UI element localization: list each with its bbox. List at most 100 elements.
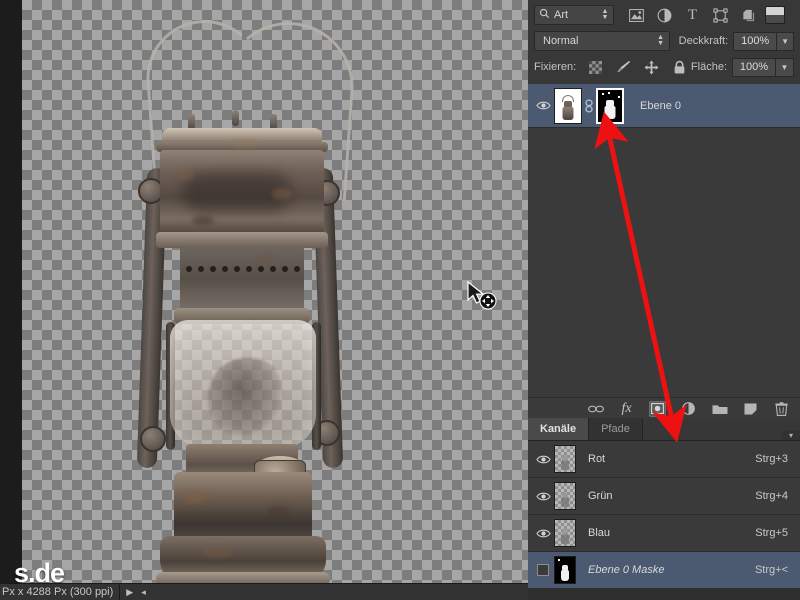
lantern-burner-collar <box>180 246 304 312</box>
channel-row-gruen[interactable]: Grün Strg+4 <box>528 478 800 515</box>
shape-filter-icon[interactable] <box>712 7 729 24</box>
lock-position-move-icon[interactable] <box>644 59 659 75</box>
layer-filter-kind-select[interactable]: Art ▲ ▼ <box>534 5 614 25</box>
channel-visibility-eye-icon[interactable] <box>532 454 554 465</box>
layer-row-ebene-0[interactable]: Ebene 0 <box>528 84 800 128</box>
layers-panel-header: Art ▲ ▼ T Normal ▲ ▼ Deckkraft: 100% ▼ F… <box>528 0 800 84</box>
new-layer-button[interactable] <box>742 401 759 417</box>
stepper-down-icon: ▼ <box>601 14 609 21</box>
lock-label: Fixieren: <box>534 61 577 73</box>
channel-shortcut-maske: Strg+< <box>754 564 788 576</box>
layer-name-label[interactable]: Ebene 0 <box>640 100 681 112</box>
status-divider <box>119 583 121 600</box>
new-adjustment-layer-button[interactable] <box>680 401 697 417</box>
photoshop-window: s.de Px x 4288 Px (300 ppi) ▶ ◂ Art ▲ ▼ … <box>0 0 800 600</box>
channel-visibility-checkbox[interactable] <box>532 564 554 576</box>
opacity-label: Deckkraft: <box>678 35 729 47</box>
lantern-rust-patch <box>258 256 272 264</box>
blend-mode-stepper-icon[interactable]: ▲ ▼ <box>655 34 667 47</box>
fill-value[interactable]: 100% <box>732 57 776 77</box>
layer-list[interactable]: Ebene 0 <box>528 84 800 397</box>
channel-name-gruen: Grün <box>588 490 613 502</box>
channel-thumbnail-gruen[interactable] <box>554 482 576 510</box>
document-canvas-area[interactable]: s.de Px x 4288 Px (300 ppi) ▶ ◂ <box>0 0 528 600</box>
channels-panel-tabbar[interactable]: Kanäle Pfade ▾ <box>528 418 800 441</box>
mask-speck-1 <box>602 92 604 95</box>
chan-mask-speck <box>558 559 560 561</box>
lock-icon-group <box>588 59 687 75</box>
blend-stepper-down-icon: ▼ <box>657 40 665 47</box>
layer-thumb-body <box>562 106 574 120</box>
channel-list[interactable]: Rot Strg+3 Grün Strg+4 Blau Strg+5 Ebene… <box>528 441 800 589</box>
lantern-rust-patch <box>268 506 290 518</box>
lantern-vent-hole <box>282 266 288 272</box>
document-transparency-canvas[interactable]: s.de <box>14 0 528 588</box>
chan-thumb-body <box>561 497 569 507</box>
layer-mask-thumbnail[interactable] <box>596 87 624 124</box>
lantern-vent-hole <box>198 266 204 272</box>
blend-mode-select[interactable]: Normal ▲ ▼ <box>534 31 670 51</box>
layers-panel-footer[interactable]: fx <box>528 397 800 419</box>
opacity-dropdown-icon[interactable]: ▼ <box>777 31 794 51</box>
channel-thumbnail-rot[interactable] <box>554 445 576 473</box>
status-play-arrow-icon[interactable]: ▶ <box>126 587 133 598</box>
lantern-rust-patch <box>178 170 194 180</box>
empty-visibility-box-icon <box>537 564 549 576</box>
channel-thumbnail-maske[interactable] <box>554 556 576 584</box>
lantern-vent-hole <box>222 266 228 272</box>
lantern-vent-hole <box>210 266 216 272</box>
fill-label: Fläche: <box>690 61 727 73</box>
new-group-button[interactable] <box>711 401 728 417</box>
channel-name-blau: Blau <box>588 527 611 539</box>
canvas-left-gutter <box>0 0 22 600</box>
mask-thumb-body <box>604 105 616 119</box>
mask-speck-2 <box>618 95 620 98</box>
eye-icon[interactable] <box>532 100 554 111</box>
lantern-vent-pin-2 <box>232 110 239 126</box>
filter-stepper-icon[interactable]: ▲ ▼ <box>599 8 611 21</box>
lantern-rust-patch <box>272 188 292 200</box>
status-left-arrow-icon[interactable]: ◂ <box>141 587 146 598</box>
lantern-vent-hole <box>186 266 192 272</box>
opacity-value[interactable]: 100% <box>733 31 778 51</box>
document-dimensions-text: Px x 4288 Px (300 ppi) <box>2 586 114 598</box>
lantern-vent-hole <box>258 266 264 272</box>
blend-opacity-row: Normal ▲ ▼ Deckkraft: 100% ▼ <box>534 30 794 52</box>
layer-style-fx-button[interactable]: fx <box>618 401 635 417</box>
channel-thumbnail-blau[interactable] <box>554 519 576 547</box>
channel-row-blau[interactable]: Blau Strg+5 <box>528 515 800 552</box>
layer-thumbnail[interactable] <box>554 87 582 124</box>
lantern-rust-patch <box>182 490 208 504</box>
lock-transparency-icon[interactable] <box>588 60 603 75</box>
chan-thumb-body <box>561 460 569 470</box>
filter-enable-toggle[interactable] <box>765 6 785 24</box>
lantern-vent-hole <box>234 266 240 272</box>
lock-all-icon[interactable] <box>672 60 687 75</box>
tab-pfade[interactable]: Pfade <box>589 418 643 440</box>
adjustment-filter-icon[interactable] <box>656 7 673 24</box>
delete-layer-button[interactable] <box>773 401 790 417</box>
pixel-filter-icon[interactable] <box>628 7 645 24</box>
channel-row-rot[interactable]: Rot Strg+3 <box>528 441 800 478</box>
channel-name-rot: Rot <box>588 453 606 465</box>
lock-pixels-brush-icon[interactable] <box>616 60 631 75</box>
link-chain-icon[interactable] <box>582 99 596 113</box>
lantern-vent-hole <box>246 266 252 272</box>
text-filter-icon[interactable]: T <box>684 7 701 24</box>
tab-kanaele[interactable]: Kanäle <box>528 418 590 440</box>
right-panel-dock: Art ▲ ▼ T Normal ▲ ▼ Deckkraft: 100% ▼ F… <box>528 0 800 600</box>
fill-dropdown-icon[interactable]: ▼ <box>776 57 794 77</box>
link-layers-button[interactable] <box>587 401 604 417</box>
blend-mode-value: Normal <box>543 35 579 47</box>
document-status-bar[interactable]: Px x 4288 Px (300 ppi) ▶ ◂ <box>0 583 528 600</box>
channel-row-ebene-0-maske[interactable]: Ebene 0 Maske Strg+< <box>528 552 800 589</box>
add-layer-mask-button[interactable] <box>649 400 666 417</box>
smartobject-filter-icon[interactable] <box>740 7 757 24</box>
lantern-rust-patch <box>192 216 214 225</box>
channel-name-maske: Ebene 0 Maske <box>588 564 665 576</box>
panel-menu-icon[interactable]: ▾ <box>782 431 800 440</box>
search-icon <box>539 8 550 22</box>
channel-visibility-eye-icon[interactable] <box>532 491 554 502</box>
chan-thumb-top <box>562 492 568 498</box>
channel-visibility-eye-icon[interactable] <box>532 528 554 539</box>
